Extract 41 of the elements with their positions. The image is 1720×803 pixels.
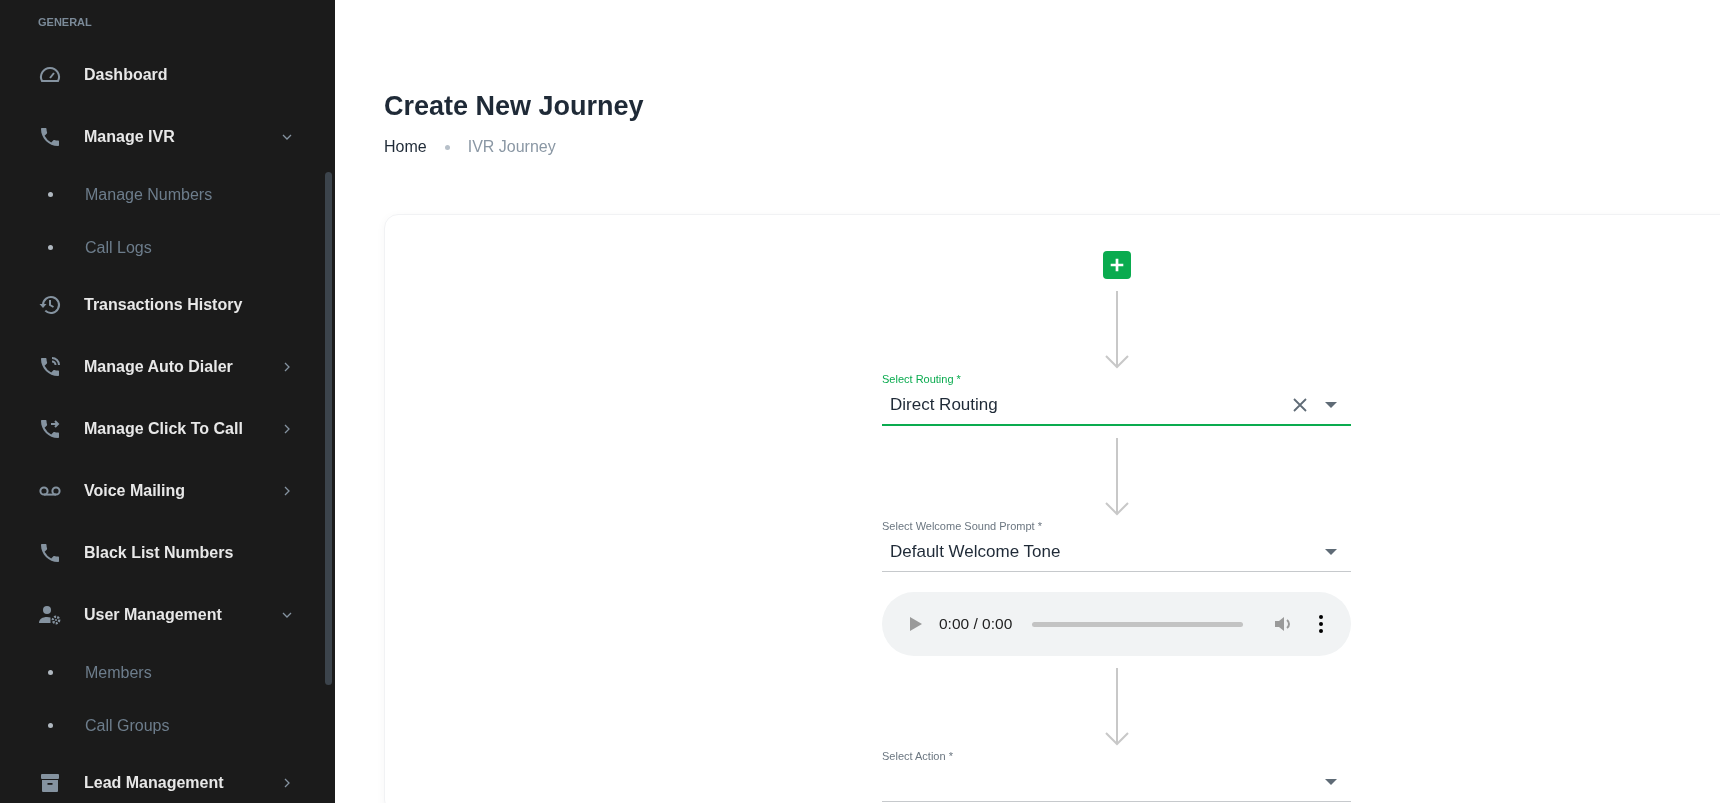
nav-item[interactable]: Manage Auto Dialer (38, 336, 335, 398)
sub-nav-item[interactable]: Call Groups (38, 699, 335, 752)
nav-item[interactable]: Lead Management (38, 752, 335, 803)
nav-icon (38, 355, 62, 379)
nav-item[interactable]: Manage Click To Call (38, 398, 335, 460)
breadcrumb-link[interactable]: Home (384, 138, 427, 156)
sub-nav-item[interactable]: Members (38, 646, 335, 699)
progress-track[interactable] (1032, 621, 1243, 627)
volume-icon[interactable] (1273, 614, 1293, 634)
nav-item[interactable]: Dashboard (38, 44, 335, 106)
caret-icon (1325, 549, 1337, 555)
section-title: GENERAL (38, 16, 93, 30)
nav-item[interactable]: Transactions History (38, 274, 335, 336)
nav-icon (38, 603, 62, 627)
select-field[interactable]: Select Action * (882, 750, 1351, 802)
clear-icon[interactable] (1293, 398, 1307, 412)
arrow-icon (1104, 291, 1129, 369)
page-title: Create New Journey (384, 90, 645, 123)
audio-player[interactable]: 0:00 / 0:00 (882, 592, 1351, 656)
add-button[interactable] (1102, 251, 1131, 279)
nav-item[interactable]: Manage IVR (38, 106, 335, 168)
select-field[interactable]: Select Welcome Sound Prompt * Default Welcome Tone (882, 520, 1351, 572)
caret-icon (1325, 402, 1337, 408)
arrow-icon (1104, 668, 1129, 746)
sub-nav-item[interactable]: Manage Numbers (38, 168, 335, 221)
nav-item[interactable]: User Management (38, 584, 335, 646)
more-icon[interactable] (1319, 615, 1323, 633)
nav-icon (38, 293, 62, 317)
time-text: 0:00 / 0:00 (939, 615, 1013, 633)
scrollbar[interactable] (325, 172, 332, 685)
nav-icon (38, 771, 62, 795)
nav-item[interactable]: Black List Numbers (38, 522, 335, 584)
sub-nav-item[interactable]: Call Logs (38, 221, 335, 274)
nav-icon (38, 417, 62, 441)
nav-item[interactable]: Voice Mailing (38, 460, 335, 522)
arrow-icon (1104, 438, 1129, 516)
play-icon[interactable] (910, 617, 922, 631)
select-field[interactable]: Select Routing * Direct Routing (882, 373, 1351, 426)
nav-icon (38, 125, 62, 149)
caret-icon (1325, 779, 1337, 785)
nav-icon (38, 541, 62, 565)
